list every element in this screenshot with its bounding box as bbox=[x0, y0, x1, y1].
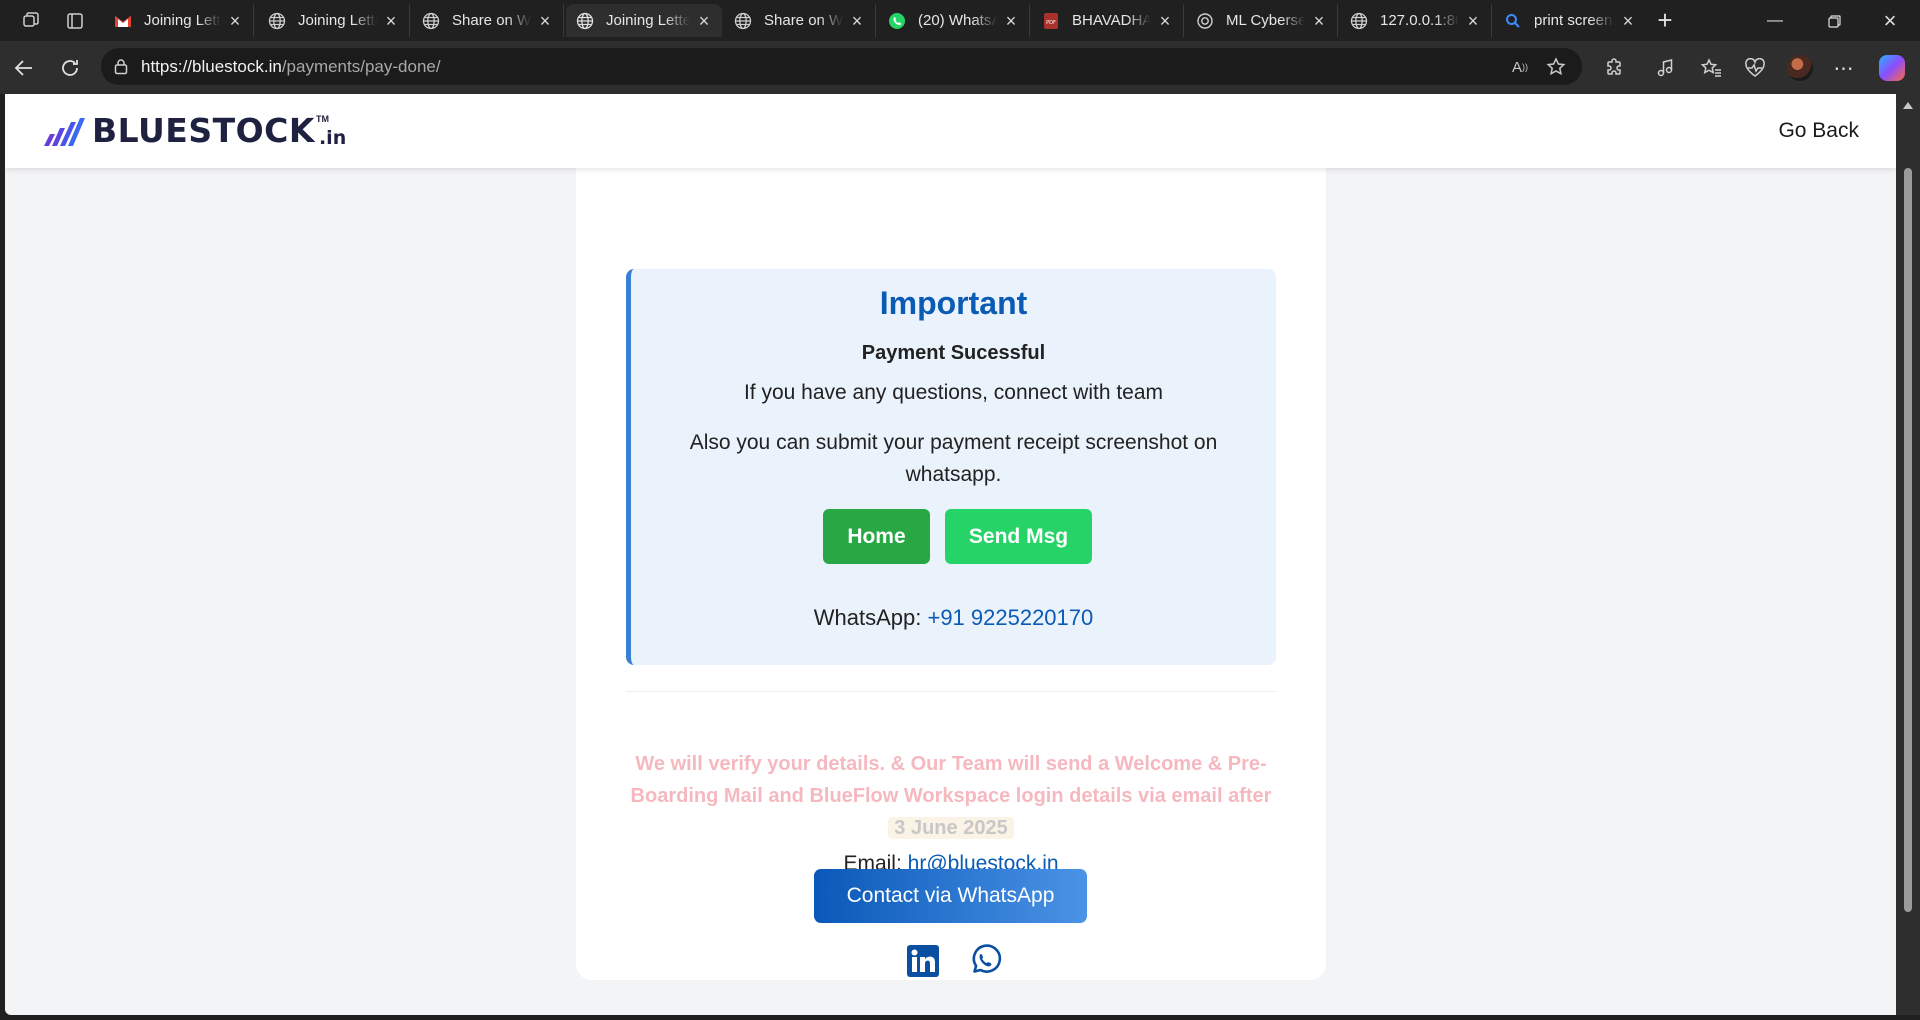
questions-text: If you have any questions, connect with … bbox=[743, 381, 1164, 404]
browser-tab[interactable]: ML Cybersecurity × bbox=[1186, 4, 1338, 37]
workspaces-icon[interactable] bbox=[18, 8, 44, 34]
scroll-up-arrow-icon[interactable] bbox=[1903, 102, 1913, 109]
favorite-star-icon[interactable] bbox=[1543, 54, 1569, 80]
browser-tab[interactable]: PDF BHAVADHARANI × bbox=[1032, 4, 1184, 37]
whatsapp-icon bbox=[888, 12, 906, 30]
browser-tab[interactable]: (20) WhatsApp × bbox=[878, 4, 1030, 37]
health-icon[interactable] bbox=[1741, 54, 1769, 82]
close-icon[interactable]: × bbox=[383, 12, 399, 30]
globe-icon bbox=[422, 12, 440, 30]
whatsapp-number-link[interactable]: +91 9225220170 bbox=[927, 605, 1093, 630]
media-icon[interactable] bbox=[1651, 54, 1679, 82]
close-icon[interactable]: × bbox=[1003, 12, 1019, 30]
address-bar[interactable]: https://bluestock.in/payments/pay-done/ … bbox=[101, 48, 1582, 85]
receipt-text: Also you can submit your payment receipt… bbox=[689, 431, 1218, 486]
browser-tab[interactable]: print screen × bbox=[1494, 4, 1646, 37]
linkedin-icon[interactable] bbox=[906, 944, 940, 978]
back-arrow-icon[interactable] bbox=[10, 54, 38, 82]
refresh-icon[interactable] bbox=[56, 54, 84, 82]
bluestock-logo-icon bbox=[44, 118, 85, 146]
restore-icon[interactable] bbox=[1814, 6, 1854, 36]
divider bbox=[626, 691, 1276, 692]
verification-notice: We will verify your details. & Our Team … bbox=[630, 753, 1272, 839]
send-msg-button[interactable]: Send Msg bbox=[945, 509, 1092, 564]
go-back-link[interactable]: Go Back bbox=[1778, 119, 1859, 143]
minimize-icon[interactable]: — bbox=[1755, 6, 1795, 36]
pdf-icon: PDF bbox=[1042, 12, 1060, 30]
page-viewport: BLUESTOCK TM .in Go Back Important Payme… bbox=[5, 94, 1896, 1015]
globe-icon bbox=[268, 12, 286, 30]
whatsapp-contact: WhatsApp: +91 9225220170 bbox=[813, 605, 1094, 630]
notice-title: Important bbox=[879, 285, 1028, 321]
contact-whatsapp-button[interactable]: Contact via WhatsApp bbox=[814, 869, 1087, 923]
close-icon[interactable]: × bbox=[227, 12, 243, 30]
home-button[interactable]: Home bbox=[823, 509, 930, 564]
bluestock-logo[interactable]: BLUESTOCK TM .in bbox=[44, 114, 346, 148]
search-icon bbox=[1504, 12, 1522, 30]
date-badge: 3 June 2025 bbox=[888, 817, 1014, 839]
browser-tab-active[interactable]: Joining Letter × bbox=[566, 4, 722, 37]
globe-icon bbox=[1350, 12, 1368, 30]
new-tab-button[interactable]: + bbox=[1650, 6, 1680, 36]
close-icon[interactable]: × bbox=[696, 12, 712, 30]
window-frame bbox=[0, 1015, 1920, 1020]
site-header: BLUESTOCK TM .in Go Back bbox=[5, 94, 1896, 168]
extensions-icon[interactable] bbox=[1600, 54, 1628, 82]
close-icon[interactable]: × bbox=[1311, 12, 1327, 30]
copilot-icon[interactable] bbox=[1878, 54, 1906, 82]
close-icon[interactable]: × bbox=[849, 12, 865, 30]
browser-toolbar: https://bluestock.in/payments/pay-done/ … bbox=[0, 41, 1920, 94]
browser-tab[interactable]: Share on WhatsApp × bbox=[724, 4, 876, 37]
close-icon[interactable]: × bbox=[1620, 12, 1636, 30]
lock-icon[interactable] bbox=[113, 58, 129, 75]
openai-icon bbox=[1196, 12, 1214, 30]
close-icon[interactable]: × bbox=[537, 12, 553, 30]
close-icon[interactable]: × bbox=[1465, 12, 1481, 30]
close-icon[interactable]: × bbox=[1157, 12, 1173, 30]
favorites-icon[interactable] bbox=[1697, 54, 1725, 82]
gmail-icon bbox=[114, 12, 132, 30]
close-window-icon[interactable]: × bbox=[1870, 6, 1910, 36]
svg-text:PDF: PDF bbox=[1046, 20, 1056, 26]
globe-icon bbox=[576, 12, 594, 30]
payment-card: Important Payment Sucessful If you have … bbox=[576, 154, 1326, 980]
page-scrollbar[interactable] bbox=[1896, 94, 1920, 1015]
browser-tab-bar: Joining Letter × Joining Letter × Share … bbox=[0, 0, 1920, 41]
tab-actions-icon[interactable] bbox=[62, 8, 88, 34]
payment-status: Payment Sucessful bbox=[861, 342, 1046, 364]
globe-icon bbox=[734, 12, 752, 30]
important-notice: Important Payment Sucessful If you have … bbox=[626, 269, 1276, 665]
whatsapp-icon[interactable] bbox=[968, 944, 1002, 978]
browser-tab[interactable]: Share on WhatsApp × bbox=[412, 4, 564, 37]
scrollbar-thumb[interactable] bbox=[1904, 168, 1912, 912]
browser-tab[interactable]: 127.0.0.1:8000 × bbox=[1340, 4, 1492, 37]
avatar[interactable] bbox=[1786, 54, 1814, 82]
browser-tab[interactable]: Joining Letter × bbox=[258, 4, 410, 37]
browser-tab[interactable]: Joining Letter × bbox=[104, 4, 254, 37]
more-options-icon[interactable]: ⋯ bbox=[1830, 54, 1858, 82]
read-aloud-icon[interactable]: A)) bbox=[1507, 54, 1533, 80]
